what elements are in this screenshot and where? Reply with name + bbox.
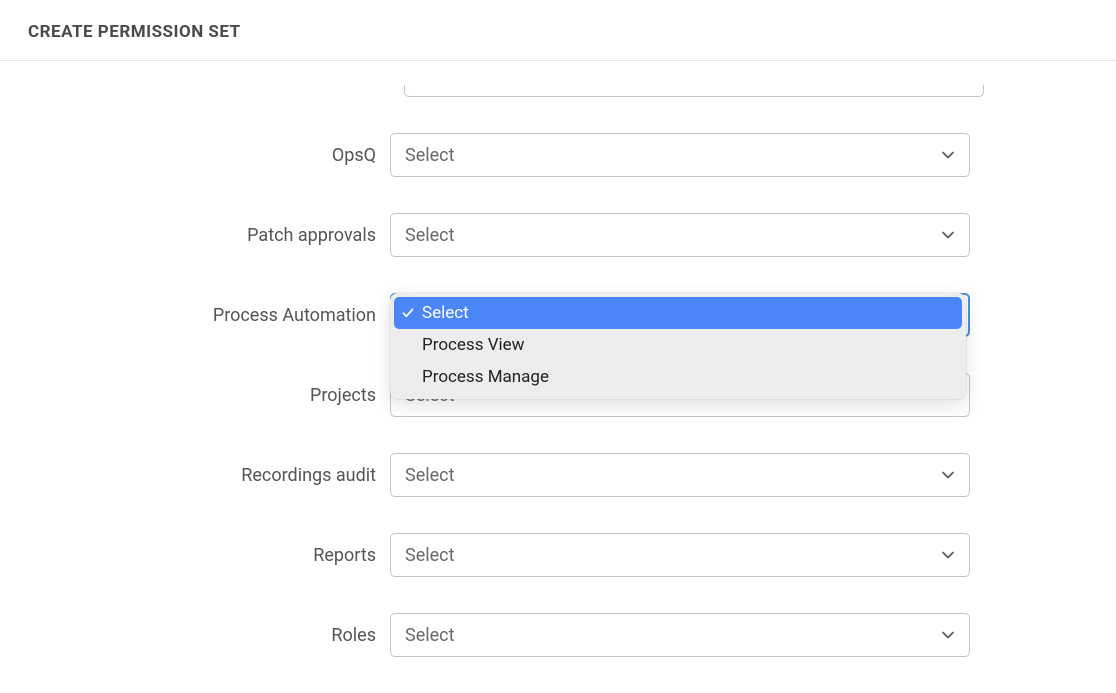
label-opsq: OpsQ: [0, 145, 390, 166]
select-opsq[interactable]: Select: [390, 133, 970, 177]
label-reports: Reports: [0, 545, 390, 566]
row-patch-approvals: Patch approvals Select: [0, 213, 1116, 257]
row-roles: Roles Select: [0, 613, 1116, 657]
partial-select-above[interactable]: [404, 85, 984, 97]
label-roles: Roles: [0, 625, 390, 646]
row-recordings-audit: Recordings audit Select: [0, 453, 1116, 497]
select-reports-value: Select: [405, 545, 454, 566]
select-recordings-audit-value: Select: [405, 465, 454, 486]
label-process-automation: Process Automation: [0, 305, 390, 326]
label-recordings-audit: Recordings audit: [0, 465, 390, 486]
dropdown-option-select[interactable]: Select: [394, 297, 962, 329]
chevron-down-icon: [941, 148, 955, 162]
dropdown-option-process-view-label: Process View: [422, 335, 524, 355]
label-projects: Projects: [0, 385, 390, 406]
select-roles[interactable]: Select: [390, 613, 970, 657]
select-opsq-value: Select: [405, 145, 454, 166]
select-roles-value: Select: [405, 625, 454, 646]
form-area: OpsQ Select Patch approvals Select Proce…: [0, 61, 1116, 657]
page-title: CREATE PERMISSION SET: [28, 22, 1088, 42]
select-patch-approvals-value: Select: [405, 225, 454, 246]
select-reports[interactable]: Select: [390, 533, 970, 577]
row-reports: Reports Select: [0, 533, 1116, 577]
dropdown-process-automation: Select Process View Process Manage: [390, 293, 966, 399]
chevron-down-icon: [941, 548, 955, 562]
check-icon: [402, 307, 422, 319]
label-patch-approvals: Patch approvals: [0, 225, 390, 246]
row-opsq: OpsQ Select: [0, 133, 1116, 177]
page-header: CREATE PERMISSION SET: [0, 0, 1116, 61]
select-patch-approvals[interactable]: Select: [390, 213, 970, 257]
chevron-down-icon: [941, 468, 955, 482]
dropdown-option-process-manage[interactable]: Process Manage: [394, 361, 962, 393]
row-process-automation: Process Automation Select Select Process…: [0, 293, 1116, 337]
chevron-down-icon: [941, 628, 955, 642]
dropdown-option-select-label: Select: [422, 303, 469, 323]
dropdown-option-process-manage-label: Process Manage: [422, 367, 549, 387]
dropdown-option-process-view[interactable]: Process View: [394, 329, 962, 361]
chevron-down-icon: [941, 228, 955, 242]
select-recordings-audit[interactable]: Select: [390, 453, 970, 497]
